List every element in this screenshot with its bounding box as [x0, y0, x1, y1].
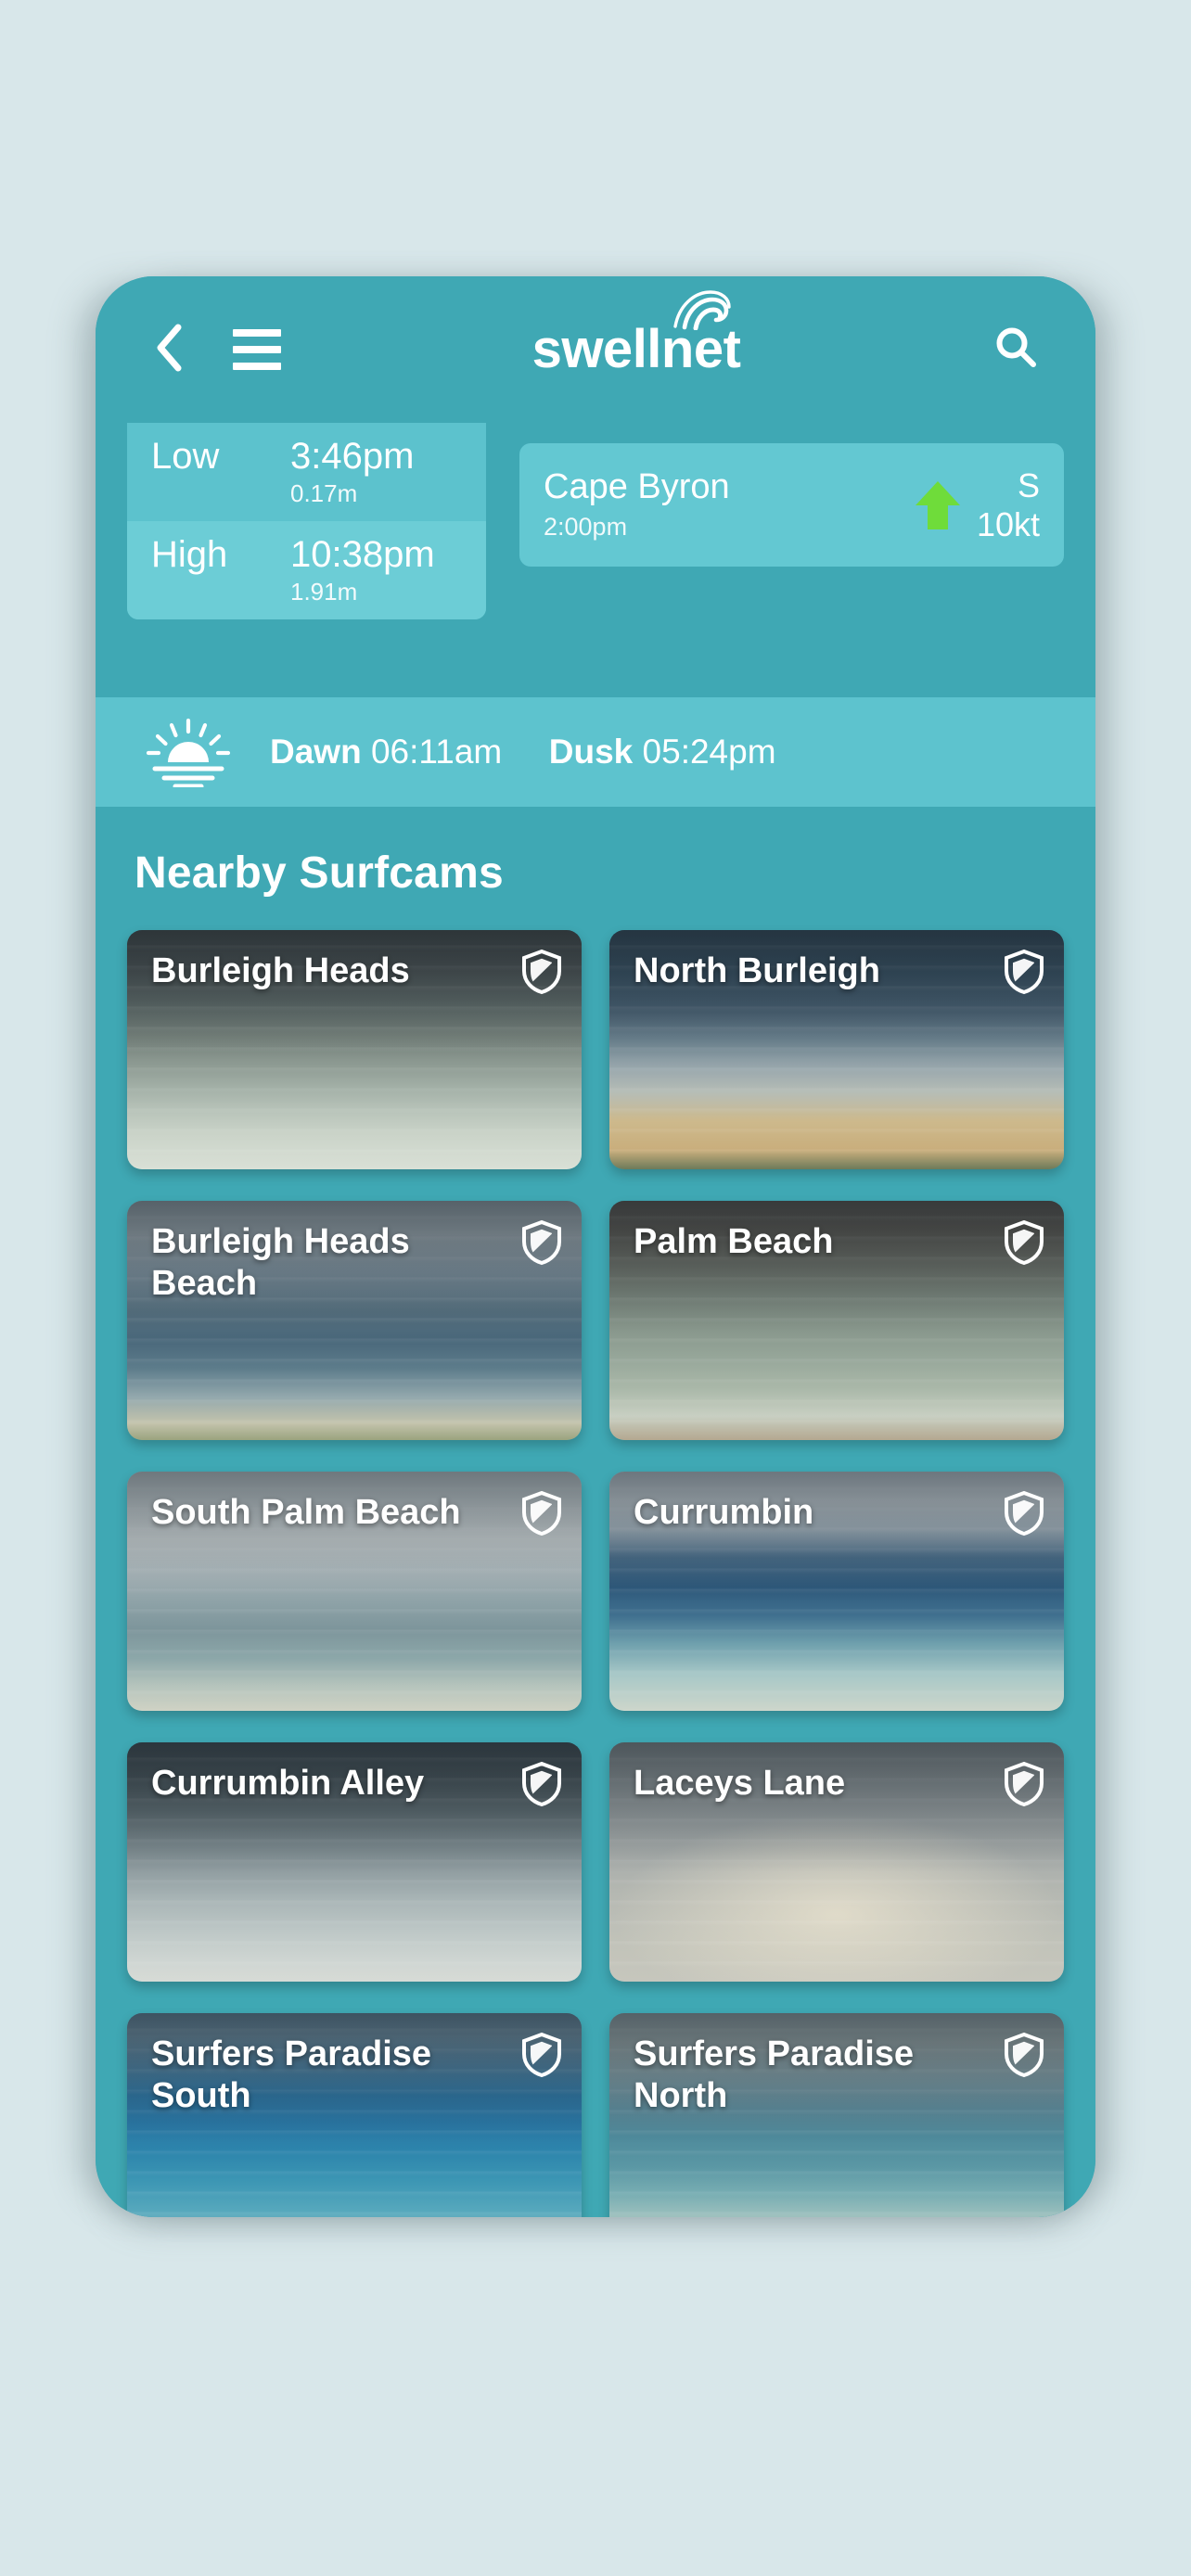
surfcam-name: Currumbin Alley — [151, 1764, 425, 1803]
wave-logo-icon — [673, 289, 732, 331]
surfcam-card-6[interactable]: Currumbin Alley — [127, 1742, 582, 1982]
surfcam-name: South Palm Beach — [151, 1493, 461, 1532]
surfcam-title-scrim — [609, 1472, 1064, 1601]
shield-icon — [520, 2032, 563, 2078]
surfcam-card-9[interactable]: Surfers Paradise North — [609, 2013, 1064, 2217]
tide-time: 3:46pm — [290, 436, 415, 477]
dusk-time: 05:24pm — [642, 733, 776, 771]
chevron-left-icon — [153, 324, 185, 376]
tide-row: High 10:38pm 1.91m — [127, 521, 486, 619]
app-header: swellnet — [96, 276, 1095, 423]
shield-icon — [520, 1219, 563, 1266]
page-scroll-area[interactable]: Low 3:46pm 0.17m High 10:38pm 1.91m Cape… — [96, 423, 1095, 2217]
tide-row: Low 3:46pm 0.17m — [127, 423, 486, 521]
surfcam-card-5[interactable]: Currumbin — [609, 1472, 1064, 1711]
nearby-surfcams-section: Nearby Surfcams Burleigh Heads North Bur… — [96, 807, 1095, 2217]
surfcam-name: Surfers Paradise South — [151, 2034, 432, 2115]
hamburger-menu-button[interactable] — [233, 321, 298, 378]
hamburger-menu-icon-bar — [233, 329, 281, 337]
tide-label: High — [151, 534, 228, 575]
surfcam-card-3[interactable]: Palm Beach — [609, 1201, 1064, 1440]
dawn-time: 06:11am — [370, 733, 503, 771]
surfcam-card-2[interactable]: Burleigh Heads Beach — [127, 1201, 582, 1440]
wind-reading-time: 2:00pm — [544, 512, 628, 541]
surfcam-title-scrim — [609, 1742, 1064, 1872]
surfcam-name: Surfers Paradise North — [634, 2034, 915, 2115]
shield-icon — [1003, 1219, 1045, 1266]
surfcam-title-scrim — [609, 930, 1064, 1060]
tide-height: 1.91m — [290, 578, 358, 606]
tide-label: Low — [151, 436, 220, 477]
surfcam-card-0[interactable]: Burleigh Heads — [127, 930, 582, 1169]
wind-speed: 10kt — [976, 504, 1040, 543]
surfcam-card-4[interactable]: South Palm Beach — [127, 1472, 582, 1711]
surfcam-name: Laceys Lane — [634, 1764, 846, 1803]
app-logo[interactable]: swellnet — [298, 276, 986, 423]
shield-icon — [520, 1761, 563, 1807]
tide-height: 0.17m — [290, 479, 358, 507]
surfcam-title-scrim — [127, 1472, 582, 1601]
hamburger-menu-icon-bar — [233, 346, 281, 353]
search-icon — [992, 325, 1039, 376]
shield-icon — [520, 1490, 563, 1537]
dawn-label: Dawn — [270, 733, 362, 771]
search-button[interactable] — [986, 320, 1045, 379]
tide-time: 10:38pm — [290, 534, 435, 575]
shield-icon — [1003, 2032, 1045, 2078]
daylight-bar: Dawn 06:11am Dusk 05:24pm — [96, 697, 1095, 807]
surfcam-name: Palm Beach — [634, 1222, 834, 1261]
surfcam-title-scrim — [127, 930, 582, 1060]
surfcam-card-8[interactable]: Surfers Paradise South — [127, 2013, 582, 2217]
shield-icon — [1003, 1490, 1045, 1537]
surfcam-title-scrim — [127, 1742, 582, 1872]
phone-frame: swellnet Low 3:46pm 0.17m High 10:38pm 1… — [96, 276, 1095, 2217]
wind-direction: S — [1017, 466, 1040, 505]
surfcam-name: Burleigh Heads — [151, 951, 410, 990]
surfcam-name: Burleigh Heads Beach — [151, 1222, 410, 1303]
shield-icon — [1003, 1761, 1045, 1807]
wind-direction-arrow-icon — [912, 478, 964, 533]
back-button[interactable] — [140, 321, 198, 378]
wind-card[interactable]: Cape Byron 2:00pm S 10kt — [519, 443, 1064, 567]
conditions-summary-strip: Low 3:46pm 0.17m High 10:38pm 1.91m Cape… — [96, 423, 1095, 666]
daylight-times: Dawn 06:11am Dusk 05:24pm — [270, 733, 776, 772]
tide-card[interactable]: Low 3:46pm 0.17m High 10:38pm 1.91m — [127, 423, 486, 619]
section-title: Nearby Surfcams — [134, 848, 504, 898]
surfcam-grid: Burleigh Heads North Burleigh Burleigh H… — [127, 930, 1064, 2217]
sunrise-icon — [144, 717, 233, 789]
shield-icon — [1003, 949, 1045, 995]
surfcam-name: North Burleigh — [634, 951, 880, 990]
dusk-label: Dusk — [548, 733, 634, 771]
surfcam-card-1[interactable]: North Burleigh — [609, 930, 1064, 1169]
surfcam-name: Currumbin — [634, 1493, 814, 1532]
hamburger-menu-icon-bar — [233, 363, 281, 370]
surfcam-title-scrim — [609, 1201, 1064, 1331]
surfcam-card-7[interactable]: Laceys Lane — [609, 1742, 1064, 1982]
wind-station-name: Cape Byron — [544, 467, 730, 507]
shield-icon — [520, 949, 563, 995]
